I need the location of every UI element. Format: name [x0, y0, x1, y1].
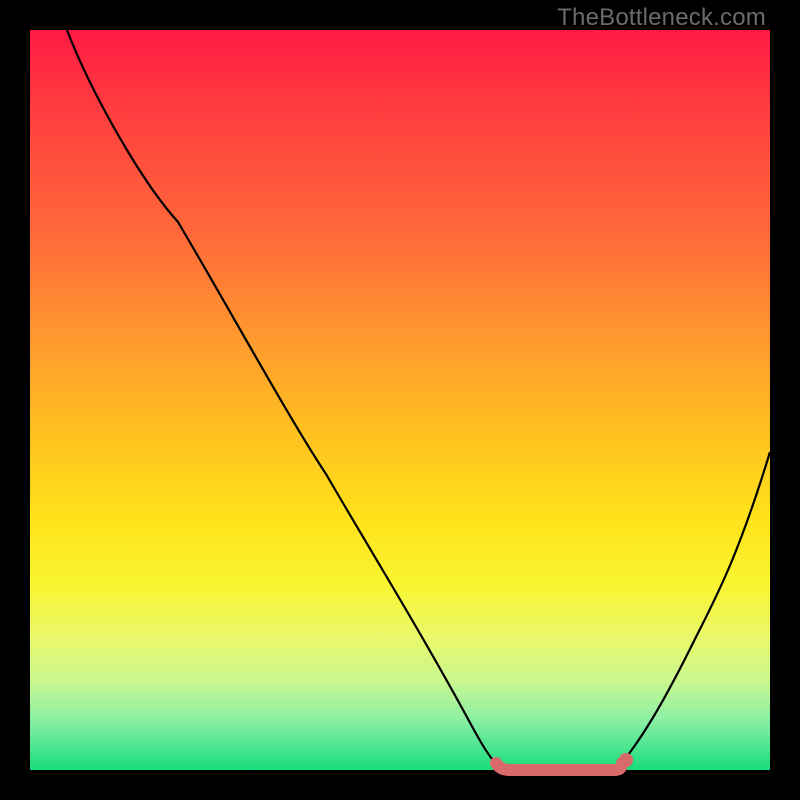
chart-overlay [30, 30, 770, 770]
optimal-range-end-dot [619, 753, 633, 767]
bottleneck-curve [67, 30, 770, 770]
optimal-range-marker [496, 763, 622, 770]
chart-frame: TheBottleneck.com [0, 0, 800, 800]
watermark-text: TheBottleneck.com [557, 4, 766, 32]
